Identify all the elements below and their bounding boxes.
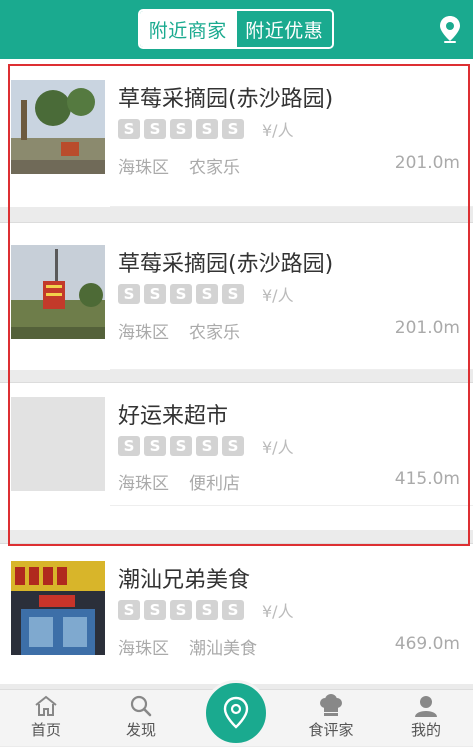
star-icon: S (222, 600, 244, 620)
list-item[interactable]: 草莓采摘园(赤沙路园) S S S S S ¥/人 海珠区 农家乐 201.0m (0, 223, 473, 370)
category: 农家乐 (189, 158, 240, 178)
category: 便利店 (189, 474, 240, 494)
store-name: 好运来超市 (118, 404, 229, 429)
star-icon: S (144, 119, 166, 139)
store-name: 草莓采摘园(赤沙路园) (118, 252, 334, 277)
store-photo (11, 245, 105, 339)
home-icon (35, 695, 57, 716)
store-list: 草莓采摘园(赤沙路园) S S S S S ¥/人 海珠区农家乐 201.0m (0, 59, 473, 684)
star-icon: S (196, 436, 218, 456)
store-meta: 海珠区 便利店 (118, 469, 240, 494)
tab-label: 发现 (125, 721, 156, 739)
divider (110, 206, 473, 207)
location-pin-icon (223, 696, 249, 729)
star-icon: S (222, 436, 244, 456)
star-icon: S (196, 119, 218, 139)
star-icon: S (170, 119, 192, 139)
list-item[interactable]: 潮汕兄弟美食 S S S S S ¥/人 海珠区 潮汕美食 469.0m (0, 544, 473, 684)
star-icon: S (118, 284, 140, 304)
tab-label: 首页 (30, 721, 61, 739)
store-photo (11, 80, 105, 174)
star-icon: S (170, 284, 192, 304)
category: 农家乐 (189, 323, 240, 343)
list-item[interactable]: 好运来超市 S S S S S ¥/人 海珠区 便利店 415.0m (0, 383, 473, 530)
star-icon: S (170, 600, 192, 620)
star-icon: S (222, 119, 244, 139)
star-icon: S (118, 600, 140, 620)
star-icon: S (170, 436, 192, 456)
district: 海珠区 (118, 158, 169, 178)
star-icon: S (144, 436, 166, 456)
store-meta: 海珠区 农家乐 (118, 318, 240, 343)
tab-label: 食评家 (308, 721, 354, 739)
price-per-person: ¥/人 (262, 438, 294, 457)
nearby-center-button[interactable] (203, 680, 269, 746)
district: 海珠区 (118, 639, 169, 659)
tab-food-critic[interactable]: 食评家 (291, 690, 371, 747)
star-icon: S (144, 284, 166, 304)
price-per-person: ¥/人 (262, 286, 294, 305)
star-icon: S (196, 600, 218, 620)
segment-control: 附近商家 附近优惠 (138, 9, 334, 49)
store-photo-placeholder (11, 397, 105, 491)
distance: 415.0m (394, 469, 460, 489)
list-item[interactable]: 草莓采摘园(赤沙路园) S S S S S ¥/人 海珠区 农家乐 201.0m (0, 59, 473, 207)
divider (0, 370, 473, 383)
location-pin-icon[interactable] (436, 14, 464, 44)
distance: 201.0m (394, 318, 460, 338)
star-rating: S S S S S ¥/人 (118, 118, 294, 140)
store-meta: 海珠区 潮汕美食 (118, 634, 257, 659)
divider (110, 505, 473, 506)
star-icon: S (118, 119, 140, 139)
search-icon (130, 695, 152, 717)
price-per-person: ¥/人 (262, 602, 294, 621)
district: 海珠区 (118, 323, 169, 343)
store-meta: 海珠区 农家乐 (118, 153, 240, 178)
divider (0, 530, 473, 544)
distance: 201.0m (394, 153, 460, 173)
store-photo (11, 561, 105, 655)
price-per-person: ¥/人 (262, 121, 294, 140)
user-icon (415, 696, 437, 717)
category: 潮汕美食 (189, 639, 257, 659)
store-name: 草莓采摘园(赤沙路园) (118, 87, 334, 112)
tab-discover[interactable]: 发现 (101, 690, 181, 747)
divider (0, 207, 473, 223)
star-rating: S S S S S ¥/人 (118, 599, 294, 621)
star-icon: S (144, 600, 166, 620)
chef-hat-icon (320, 694, 342, 716)
tab-label: 我的 (410, 721, 441, 739)
star-icon: S (118, 436, 140, 456)
top-bar: 附近商家 附近优惠 (0, 0, 473, 59)
star-icon: S (222, 284, 244, 304)
store-name: 潮汕兄弟美食 (118, 568, 251, 593)
district: 海珠区 (118, 474, 169, 494)
tab-nearby-deals[interactable]: 附近优惠 (235, 11, 332, 47)
star-icon: S (196, 284, 218, 304)
tab-home[interactable]: 首页 (6, 690, 86, 747)
star-rating: S S S S S ¥/人 (118, 283, 294, 305)
tab-mine[interactable]: 我的 (386, 690, 466, 747)
tab-nearby-merchants[interactable]: 附近商家 (140, 11, 236, 47)
distance: 469.0m (394, 634, 460, 654)
star-rating: S S S S S ¥/人 (118, 435, 294, 457)
divider (110, 369, 473, 370)
